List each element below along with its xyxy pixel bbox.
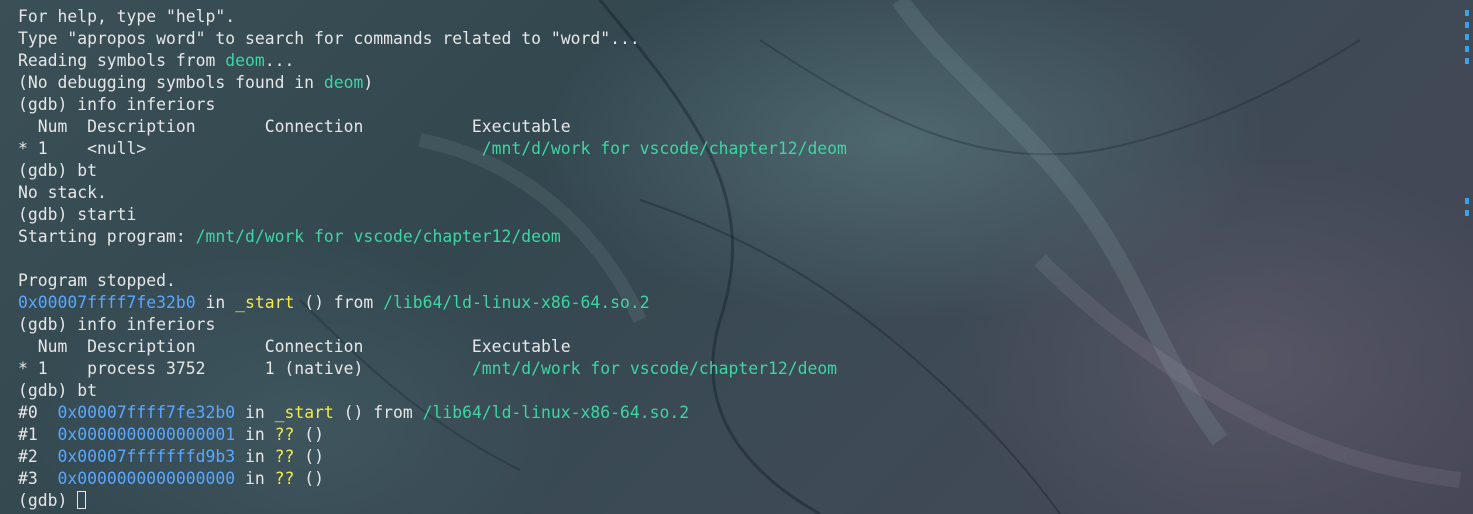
terminal-text-segment: #1	[18, 425, 58, 444]
terminal-line: (gdb) bt	[18, 160, 1443, 182]
terminal-text-segment: 0x00007fffffffd9b3	[57, 447, 236, 466]
terminal-text-segment: 0x00007ffff7fe32b0	[57, 403, 236, 422]
terminal-text-segment: Num Description Connection Executable	[18, 337, 571, 356]
scroll-mark	[1465, 210, 1469, 216]
terminal-text-segment: in	[195, 293, 236, 312]
terminal-text-segment: () from	[333, 403, 423, 422]
block-cursor-icon	[77, 491, 87, 509]
terminal-text-segment: /lib64/ld-linux-x86-64.so.2	[383, 293, 650, 312]
scroll-mark	[1465, 198, 1469, 204]
scrollbar-marker-icon	[1465, 0, 1469, 514]
terminal-text-segment: 0x0000000000000001	[57, 425, 236, 444]
terminal-text-segment: Type "apropos word" to search for comman…	[18, 29, 640, 48]
terminal-text-segment: #2	[18, 447, 58, 466]
scroll-mark	[1465, 10, 1469, 16]
terminal-text-segment: (No debugging symbols found in	[18, 73, 324, 92]
terminal-line: Num Description Connection Executable	[18, 336, 1443, 358]
terminal-line: Reading symbols from deom...	[18, 50, 1443, 72]
scroll-mark	[1465, 46, 1469, 52]
terminal-line: 0x00007ffff7fe32b0 in _start () from /li…	[18, 292, 1443, 314]
terminal-text-segment: (gdb) bt	[18, 161, 97, 180]
terminal-line: (gdb) info inferiors	[18, 314, 1443, 336]
terminal-text-segment: in	[235, 403, 275, 422]
terminal-line: For help, type "help".	[18, 6, 1443, 28]
terminal-text-segment: #3	[18, 469, 58, 488]
terminal-text-segment: (gdb)	[18, 491, 78, 510]
terminal-text-segment: ()	[294, 469, 324, 488]
terminal-text-segment: ??	[274, 425, 295, 444]
scroll-mark	[1465, 58, 1469, 64]
terminal-text-segment: (gdb) info inferiors	[18, 95, 216, 114]
terminal-text-segment: No stack.	[18, 183, 107, 202]
terminal-text-segment: Reading symbols from	[18, 51, 226, 70]
terminal-line: #1 0x0000000000000001 in ?? ()	[18, 424, 1443, 446]
terminal-line: No stack.	[18, 182, 1443, 204]
terminal-text-segment: deom	[225, 51, 265, 70]
terminal-text-segment: 0x00007ffff7fe32b0	[18, 293, 196, 312]
terminal-line: (gdb) info inferiors	[18, 94, 1443, 116]
terminal-text-segment: ()	[294, 425, 324, 444]
terminal-line: #2 0x00007fffffffd9b3 in ?? ()	[18, 446, 1443, 468]
terminal-text-segment: Num Description Connection Executable	[18, 117, 571, 136]
terminal-line: (gdb) bt	[18, 380, 1443, 402]
terminal-text-segment: /mnt/d/work for vscode/chapter12/deom	[471, 359, 838, 378]
terminal-text-segment: * 1 <null>	[18, 139, 482, 158]
terminal-text-segment: ??	[274, 447, 295, 466]
terminal-text-segment: ()	[294, 447, 324, 466]
terminal-line: (No debugging symbols found in deom)	[18, 72, 1443, 94]
terminal-text-segment: (gdb) bt	[18, 381, 97, 400]
terminal-text-segment: )	[363, 73, 374, 92]
terminal-line: (gdb) starti	[18, 204, 1443, 226]
terminal-line: #0 0x00007ffff7fe32b0 in _start () from …	[18, 402, 1443, 424]
terminal-text-segment: _start	[274, 403, 334, 422]
terminal-text-segment: deom	[323, 73, 364, 92]
terminal-line: * 1 process 3752 1 (native) /mnt/d/work …	[18, 358, 1443, 380]
terminal-text-segment: 0x0000000000000000	[57, 469, 236, 488]
gdb-terminal-output[interactable]: For help, type "help". Type "apropos word…	[18, 6, 1443, 514]
terminal-line: (gdb)	[18, 490, 1443, 512]
terminal-text-segment: For help, type "help".	[18, 7, 236, 26]
terminal-line: Num Description Connection Executable	[18, 116, 1443, 138]
terminal-line: Type "apropos word" to search for comman…	[18, 28, 1443, 50]
terminal-text-segment: #0	[18, 403, 58, 422]
scroll-mark	[1465, 34, 1469, 40]
terminal-text-segment: _start	[235, 293, 295, 312]
terminal-text-segment: Starting program:	[18, 227, 196, 246]
terminal-line: * 1 <null> /mnt/d/work for vscode/chapte…	[18, 138, 1443, 160]
terminal-text-segment: (gdb) info inferiors	[18, 315, 216, 334]
terminal-text-segment: () from	[294, 293, 384, 312]
terminal-line: Program stopped.	[18, 270, 1443, 292]
scroll-mark	[1465, 22, 1469, 28]
terminal-text-segment: ...	[264, 51, 295, 70]
terminal-text-segment: in	[235, 425, 275, 444]
terminal-text-segment: in	[235, 447, 275, 466]
terminal-text-segment: /lib64/ld-linux-x86-64.so.2	[422, 403, 690, 422]
terminal-text-segment: * 1 process 3752 1 (native)	[18, 359, 472, 378]
terminal-text-segment: /mnt/d/work for vscode/chapter12/deom	[195, 227, 561, 246]
terminal-text-segment: ??	[274, 469, 295, 488]
terminal-text-segment: Program stopped.	[18, 271, 176, 290]
terminal-line: #3 0x0000000000000000 in ?? ()	[18, 468, 1443, 490]
terminal-text-segment: /mnt/d/work for vscode/chapter12/deom	[481, 139, 847, 158]
terminal-text-segment: in	[235, 469, 275, 488]
terminal-line: Starting program: /mnt/d/work for vscode…	[18, 226, 1443, 248]
terminal-text-segment: (gdb) starti	[18, 205, 137, 224]
